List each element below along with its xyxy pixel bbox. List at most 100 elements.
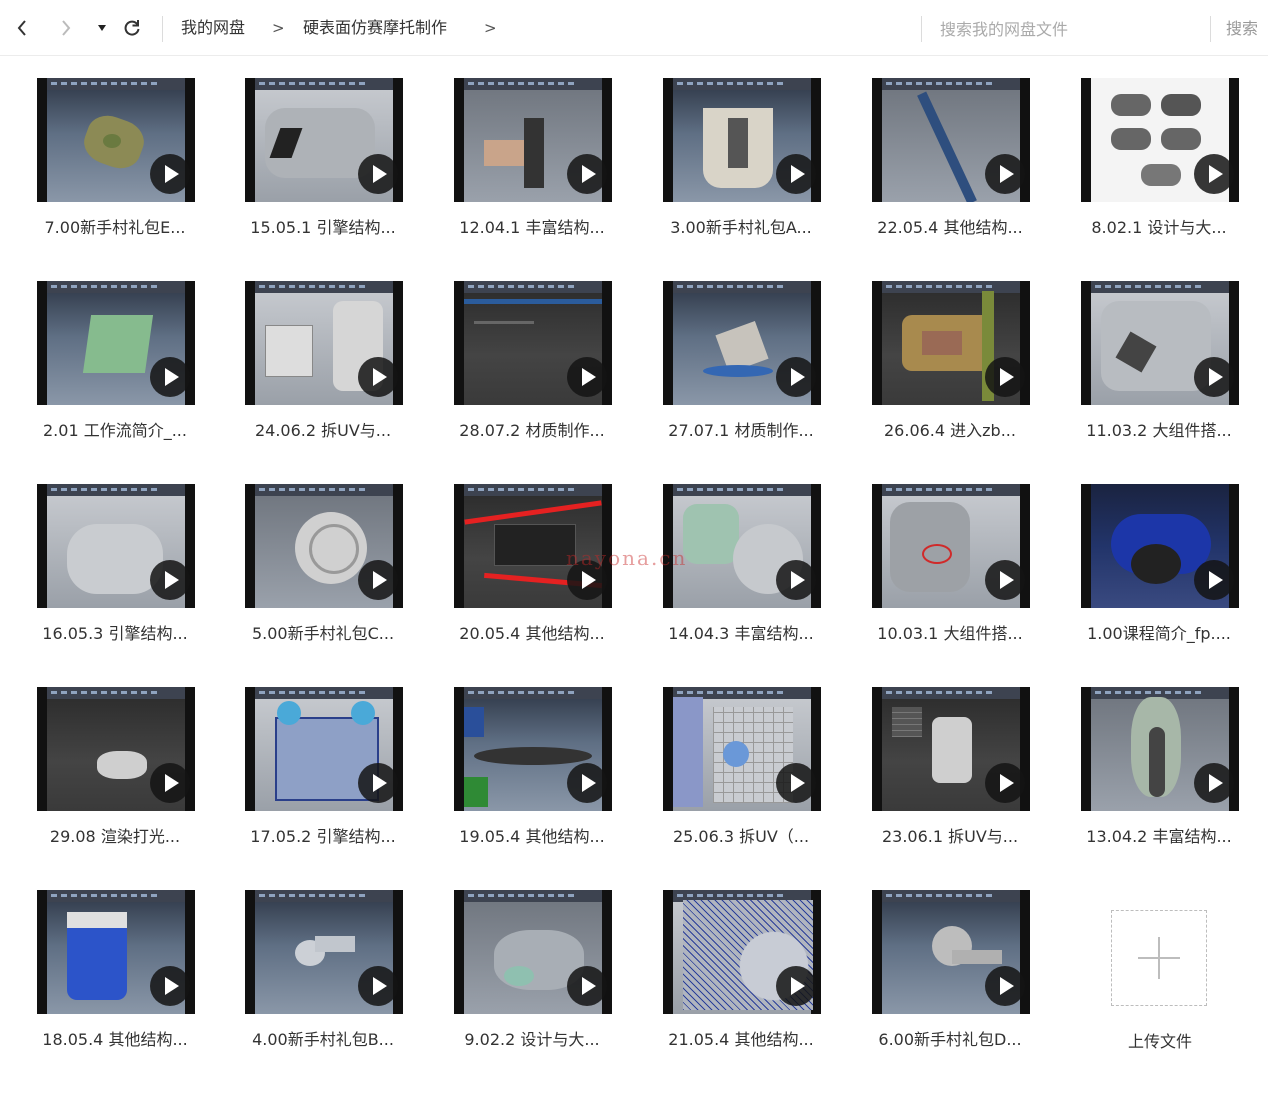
play-icon[interactable]	[150, 154, 190, 194]
file-item[interactable]: 21.05.4 其他结构...	[636, 870, 836, 1060]
video-thumbnail[interactable]	[872, 281, 1030, 405]
video-thumbnail[interactable]	[872, 687, 1030, 811]
play-icon[interactable]	[776, 357, 816, 397]
search-input[interactable]	[930, 14, 1220, 44]
file-item[interactable]: 10.03.1 大组件搭...	[845, 464, 1045, 654]
file-name: 2.01 工作流简介_...	[43, 421, 187, 440]
file-item[interactable]: 5.00新手村礼包C...	[218, 464, 418, 654]
video-thumbnail[interactable]	[245, 78, 403, 202]
file-item[interactable]: 24.06.2 拆UV与...	[218, 261, 418, 451]
file-item[interactable]: 22.05.4 其他结构...	[845, 58, 1045, 248]
file-item[interactable]: 7.00新手村礼包E...	[10, 58, 210, 248]
file-item[interactable]: 23.06.1 拆UV与...	[845, 667, 1045, 857]
play-icon[interactable]	[358, 966, 398, 1006]
play-icon[interactable]	[358, 560, 398, 600]
file-item[interactable]: 3.00新手村礼包A...	[636, 58, 836, 248]
play-icon[interactable]	[1194, 154, 1234, 194]
file-item[interactable]: 29.08 渲染打光...	[10, 667, 210, 857]
file-item[interactable]: 2.01 工作流简介_...	[10, 261, 210, 451]
search-button[interactable]: 搜索	[1216, 16, 1268, 42]
play-icon[interactable]	[1194, 763, 1234, 803]
video-thumbnail[interactable]	[37, 890, 195, 1014]
file-item[interactable]: 26.06.4 进入zb...	[845, 261, 1045, 451]
play-icon[interactable]	[1194, 357, 1234, 397]
video-thumbnail[interactable]	[454, 687, 612, 811]
play-icon[interactable]	[776, 560, 816, 600]
file-name: 12.04.1 丰富结构...	[459, 218, 605, 237]
file-item[interactable]: 12.04.1 丰富结构...	[427, 58, 627, 248]
file-item[interactable]: 13.04.2 丰富结构...	[1054, 667, 1254, 857]
video-thumbnail[interactable]	[37, 687, 195, 811]
video-thumbnail[interactable]	[245, 281, 403, 405]
play-icon[interactable]	[150, 966, 190, 1006]
file-item[interactable]: 16.05.3 引擎结构...	[10, 464, 210, 654]
forward-button[interactable]	[54, 13, 78, 43]
file-name: 7.00新手村礼包E...	[44, 218, 186, 237]
play-icon[interactable]	[776, 154, 816, 194]
file-item[interactable]: 9.02.2 设计与大...	[427, 870, 627, 1060]
play-icon[interactable]	[150, 357, 190, 397]
upload-button[interactable]	[1111, 910, 1207, 1006]
video-thumbnail[interactable]	[663, 78, 821, 202]
play-icon[interactable]	[776, 966, 816, 1006]
play-icon[interactable]	[985, 560, 1025, 600]
file-name: 29.08 渲染打光...	[49, 827, 181, 846]
file-name: 17.05.2 引擎结构...	[250, 827, 396, 846]
play-icon[interactable]	[150, 560, 190, 600]
refresh-button[interactable]	[120, 13, 144, 43]
video-thumbnail[interactable]	[37, 78, 195, 202]
video-thumbnail[interactable]	[663, 890, 821, 1014]
file-name: 20.05.4 其他结构...	[459, 624, 605, 643]
video-thumbnail[interactable]	[1081, 484, 1239, 608]
video-thumbnail[interactable]	[454, 78, 612, 202]
file-item[interactable]: 11.03.2 大组件搭...	[1054, 261, 1254, 451]
play-icon[interactable]	[150, 763, 190, 803]
file-item[interactable]: 4.00新手村礼包B...	[218, 870, 418, 1060]
play-icon[interactable]	[985, 966, 1025, 1006]
play-icon[interactable]	[776, 763, 816, 803]
file-item[interactable]: 15.05.1 引擎结构...	[218, 58, 418, 248]
file-name: 16.05.3 引擎结构...	[42, 624, 188, 643]
video-thumbnail[interactable]	[454, 890, 612, 1014]
video-thumbnail[interactable]	[1081, 281, 1239, 405]
breadcrumb-root[interactable]: 我的网盘	[181, 17, 245, 39]
play-icon[interactable]	[1194, 560, 1234, 600]
search-button-divider	[1210, 16, 1211, 42]
video-thumbnail[interactable]	[454, 281, 612, 405]
video-thumbnail[interactable]	[872, 890, 1030, 1014]
file-item[interactable]: 6.00新手村礼包D...	[845, 870, 1045, 1060]
file-item[interactable]: 8.02.1 设计与大...	[1054, 58, 1254, 248]
file-item[interactable]: 27.07.1 材质制作...	[636, 261, 836, 451]
video-thumbnail[interactable]	[37, 484, 195, 608]
video-thumbnail[interactable]	[663, 687, 821, 811]
back-button[interactable]	[10, 13, 34, 43]
video-thumbnail[interactable]	[872, 78, 1030, 202]
play-icon[interactable]	[567, 357, 607, 397]
file-name: 4.00新手村礼包B...	[252, 1030, 394, 1049]
video-thumbnail[interactable]	[245, 484, 403, 608]
file-item[interactable]: 25.06.3 拆UV（...	[636, 667, 836, 857]
play-icon[interactable]	[985, 154, 1025, 194]
video-thumbnail[interactable]	[1081, 687, 1239, 811]
video-thumbnail[interactable]	[245, 687, 403, 811]
video-thumbnail[interactable]	[245, 890, 403, 1014]
file-item[interactable]: 19.05.4 其他结构...	[427, 667, 627, 857]
history-dropdown-button[interactable]	[90, 13, 114, 43]
file-item[interactable]: 18.05.4 其他结构...	[10, 870, 210, 1060]
play-icon[interactable]	[567, 154, 607, 194]
play-icon[interactable]	[567, 966, 607, 1006]
video-thumbnail[interactable]	[872, 484, 1030, 608]
file-item[interactable]: 1.00课程简介_fp....	[1054, 464, 1254, 654]
file-item[interactable]: 28.07.2 材质制作...	[427, 261, 627, 451]
play-icon[interactable]	[985, 763, 1025, 803]
play-icon[interactable]	[358, 154, 398, 194]
video-thumbnail[interactable]	[1081, 78, 1239, 202]
play-icon[interactable]	[358, 357, 398, 397]
file-item[interactable]: 17.05.2 引擎结构...	[218, 667, 418, 857]
play-icon[interactable]	[567, 763, 607, 803]
breadcrumb-current[interactable]: 硬表面仿赛摩托制作	[303, 17, 447, 39]
video-thumbnail[interactable]	[663, 281, 821, 405]
play-icon[interactable]	[985, 357, 1025, 397]
play-icon[interactable]	[358, 763, 398, 803]
video-thumbnail[interactable]	[37, 281, 195, 405]
